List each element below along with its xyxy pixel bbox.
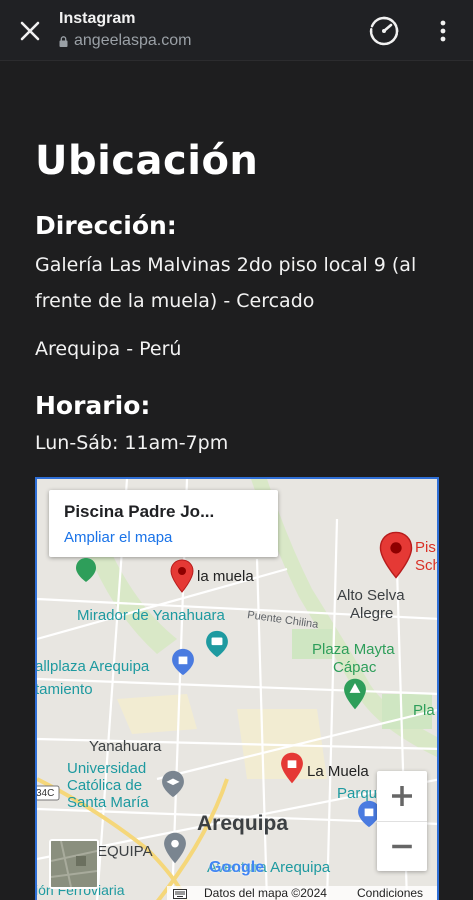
- address-city: Arequipa - Perú: [35, 338, 182, 360]
- map-label-alegre: Alegre: [350, 605, 394, 622]
- map-label-catolica: Católica de: [67, 777, 143, 794]
- place-info-card: Piscina Padre Jo... Ampliar el mapa: [49, 490, 278, 557]
- map-label-sch: Sch: [415, 557, 439, 574]
- map-label-plaza-mayta: Plaza Mayta: [312, 641, 395, 658]
- shopping-poi-icon[interactable]: [171, 647, 195, 677]
- address-line-2: frente de la muela) - Cercado: [35, 290, 315, 312]
- park-tree-icon[interactable]: [343, 677, 367, 711]
- browser-header: Instagram angeelaspa.com: [0, 0, 473, 61]
- embedded-map[interactable]: Piscina Padre Jo... Ampliar el mapa la m…: [35, 477, 439, 900]
- zoom-controls: [377, 771, 427, 871]
- map-label-universidad: Universidad: [67, 760, 147, 777]
- header-title-block: Instagram angeelaspa.com: [59, 10, 191, 50]
- map-label-arequipa: Arequipa: [197, 812, 289, 835]
- url-row: angeelaspa.com: [59, 32, 191, 50]
- map-label-alto-selva: Alto Selva: [337, 587, 405, 604]
- map-label-la-muela: la muela: [197, 568, 254, 585]
- map-label-mallplaza: allplaza Arequipa: [35, 658, 150, 675]
- la-muela-pin-icon[interactable]: [280, 751, 304, 785]
- school-poi-icon[interactable]: [161, 769, 185, 799]
- map-label-tamiento: tamiento: [35, 681, 93, 698]
- route-shield-label: 34C: [36, 788, 55, 799]
- page-url: angeelaspa.com: [74, 32, 192, 49]
- address-line-1: Galería Las Malvinas 2do piso local 9 (a…: [35, 254, 417, 276]
- satellite-toggle[interactable]: [49, 839, 99, 889]
- map-label-pis: Pis: [415, 539, 436, 556]
- google-logo: Google: [209, 859, 265, 876]
- opening-hours: Lun-Sáb: 11am-7pm: [35, 432, 229, 454]
- map-label-yanahuara: Yanahuara: [89, 738, 162, 755]
- more-options-icon[interactable]: [432, 18, 454, 44]
- enlarge-map-link[interactable]: Ampliar el mapa: [64, 529, 172, 546]
- location-pin-icon[interactable]: [163, 831, 187, 865]
- hours-heading: Horario:: [35, 391, 151, 420]
- map-label-pla: Pla: [413, 702, 435, 719]
- place-title: Piscina Padre Jo...: [64, 502, 215, 521]
- terms-link[interactable]: Condiciones: [357, 886, 423, 900]
- map-label-equipa: EQUIPA: [97, 843, 153, 860]
- zoom-in-button[interactable]: [377, 771, 427, 821]
- keyboard-icon[interactable]: [173, 889, 187, 899]
- map-label-capac: Cápac: [333, 659, 377, 676]
- map-label-mirador: Mirador de Yanahuara: [77, 607, 225, 624]
- lock-icon: [59, 35, 68, 47]
- map-label-santa-maria: Santa María: [67, 794, 149, 811]
- map-footer: Datos del mapa ©2024 Condiciones: [167, 886, 437, 900]
- map-pin-icon[interactable]: [170, 559, 194, 593]
- close-icon[interactable]: [16, 17, 44, 45]
- map-data-credit: Datos del mapa ©2024: [204, 886, 327, 900]
- selected-place-pin-icon[interactable]: [379, 531, 413, 579]
- speedometer-icon[interactable]: [368, 15, 400, 47]
- camera-poi-icon[interactable]: [205, 629, 229, 659]
- park-pin-icon[interactable]: [75, 557, 97, 583]
- zoom-out-button[interactable]: [377, 821, 427, 871]
- address-heading: Dirección:: [35, 211, 177, 240]
- browser-title: Instagram: [59, 10, 136, 27]
- map-label-la-muela-bottom: La Muela: [307, 763, 369, 780]
- page-title: Ubicación: [35, 138, 259, 184]
- satellite-thumbnail-icon: [51, 841, 97, 887]
